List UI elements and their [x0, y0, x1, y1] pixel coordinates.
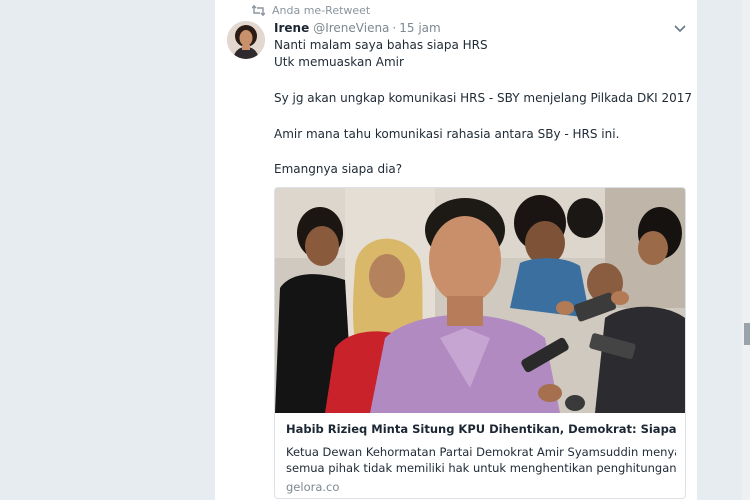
header-separator: · — [392, 21, 397, 35]
retweet-icon — [252, 4, 265, 16]
chevron-down-icon[interactable] — [673, 23, 687, 35]
tweet-text-line: Utk memuaskan Amir — [274, 55, 404, 69]
tweet-header: Irene @IreneViena · 15 jam — [274, 21, 441, 37]
card-domain[interactable]: gelora.co — [286, 480, 339, 494]
link-card[interactable]: Habib Rizieq Minta Situng KPU Dihentikan… — [274, 187, 686, 499]
author-handle[interactable]: @IreneViena — [313, 21, 389, 35]
scrollbar-thumb[interactable] — [744, 323, 750, 345]
avatar-image — [227, 21, 265, 59]
news-photo — [275, 188, 685, 413]
card-description-line: Ketua Dewan Kehormatan Partai Demokrat A… — [286, 445, 676, 459]
avatar[interactable] — [227, 21, 265, 59]
card-description[interactable]: Ketua Dewan Kehormatan Partai Demokrat A… — [286, 444, 676, 476]
tweet-text-line: Nanti malam saya bahas siapa HRS — [274, 38, 488, 52]
tweet-text-line: Sy jg akan ungkap komunikasi HRS - SBY m… — [274, 91, 693, 105]
left-gutter — [0, 0, 215, 500]
retweet-context: Anda me-Retweet — [252, 3, 370, 17]
tweet-text-line: Emangnya siapa dia? — [274, 162, 403, 176]
card-title[interactable]: Habib Rizieq Minta Situng KPU Dihentikan… — [286, 422, 676, 436]
twitter-page: Anda me-Retweet Irene @IreneViena · 15 j… — [0, 0, 750, 500]
author-name[interactable]: Irene — [274, 21, 309, 35]
card-image[interactable] — [275, 188, 685, 413]
tweet-timestamp[interactable]: 15 jam — [399, 21, 440, 35]
tweet-text-line: Amir mana tahu komunikasi rahasia antara… — [274, 127, 620, 141]
retweet-label: Anda me-Retweet — [272, 3, 371, 17]
scrollbar[interactable] — [742, 0, 750, 500]
card-description-line: semua pihak tidak memiliki hak untuk men… — [286, 461, 676, 475]
